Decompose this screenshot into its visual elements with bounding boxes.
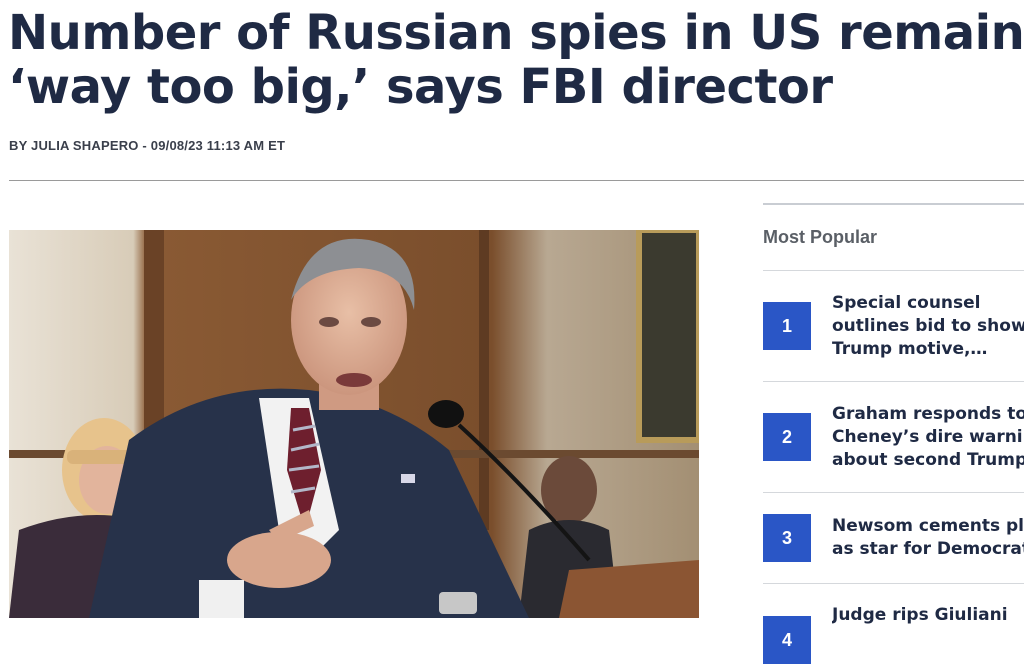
popular-item-title[interactable]: Judge rips Giuliani (832, 604, 1024, 627)
most-popular-sidebar: Most Popular 1 Special counsel outlines … (763, 203, 1024, 664)
rank-badge: 4 (763, 616, 811, 664)
popular-item-2[interactable]: 2 Graham responds to Cheney’s dire warni… (763, 382, 1024, 492)
title-line: Cheney’s dire warni (832, 427, 1023, 447)
article-headline: Number of Russian spies in US remains ‘w… (8, 6, 1024, 114)
title-line: Newsom cements pl (832, 516, 1024, 536)
popular-item-title[interactable]: Graham responds to Cheney’s dire warni a… (832, 403, 1024, 472)
title-line: as star for Democrat (832, 539, 1024, 559)
title-line: outlines bid to show (832, 316, 1024, 336)
title-line: about second Trump (832, 450, 1024, 470)
title-line: Judge rips Giuliani (832, 605, 1008, 625)
rank-badge: 1 (763, 302, 811, 350)
header-divider (9, 180, 1024, 181)
popular-item-4[interactable]: 4 Judge rips Giuliani (763, 584, 1024, 664)
popular-item-1[interactable]: 1 Special counsel outlines bid to show T… (763, 271, 1024, 381)
headline-line-1: Number of Russian spies in US remains (8, 5, 1024, 61)
sidebar-title: Most Popular (763, 227, 878, 247)
title-line: Trump motive,… (832, 339, 988, 359)
title-line: Special counsel (832, 293, 981, 313)
rank-badge: 3 (763, 514, 811, 562)
popular-item-title[interactable]: Newsom cements pl as star for Democrat (832, 515, 1024, 561)
headline-line-2: ‘way too big,’ says FBI director (8, 59, 833, 115)
rank-badge: 2 (763, 413, 811, 461)
title-line: Graham responds to (832, 404, 1024, 424)
sidebar-top-rule (763, 203, 1024, 205)
popular-item-title[interactable]: Special counsel outlines bid to show Tru… (832, 292, 1024, 361)
article-photo[interactable] (9, 230, 699, 618)
popular-item-3[interactable]: 3 Newsom cements pl as star for Democrat (763, 493, 1024, 583)
article-byline: BY JULIA SHAPERO - 09/08/23 11:13 AM ET (9, 138, 286, 153)
